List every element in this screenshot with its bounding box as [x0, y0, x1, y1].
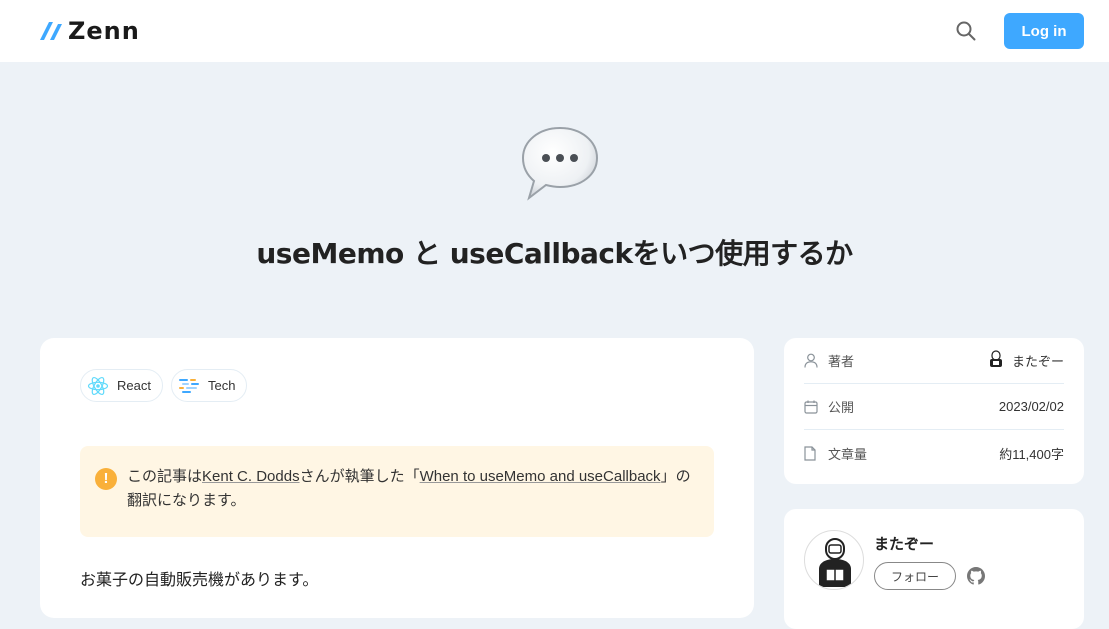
info-value: 約11,400字: [999, 446, 1064, 462]
follow-button[interactable]: フォロー: [874, 562, 956, 590]
search-icon[interactable]: [950, 15, 982, 47]
article-body-card: React Tech ! この記事はKent C. Doddsさんが執筆した「W…: [40, 338, 754, 618]
topic-label: React: [117, 378, 151, 393]
github-icon[interactable]: [967, 567, 985, 585]
info-row-published: 公開 2023/02/02: [804, 384, 1064, 430]
info-row-length: 文章量 約11,400字: [804, 430, 1064, 476]
translation-notice: ! この記事はKent C. Doddsさんが執筆した「When to useM…: [80, 446, 714, 537]
notice-text-prefix: この記事は: [127, 468, 203, 485]
article-paragraph: お菓子の自動販売機があります。: [80, 572, 319, 589]
article-info-card: 著者 またぞー 公開 2023/02/02 文章量 約11,400字: [784, 338, 1084, 484]
site-header: Zenn Log in: [0, 0, 1109, 62]
info-label: 著者: [828, 354, 855, 369]
avatar[interactable]: [804, 530, 864, 590]
author-link[interactable]: Kent C. Dodds: [202, 468, 300, 485]
topic-label: Tech: [207, 378, 236, 393]
react-icon: [87, 375, 109, 397]
user-icon: [804, 353, 818, 369]
login-button[interactable]: Log in: [1004, 13, 1084, 49]
author-name[interactable]: またぞー: [874, 533, 934, 554]
topic-tech[interactable]: Tech: [170, 369, 248, 402]
tech-icon: [178, 375, 200, 397]
document-icon: [804, 445, 818, 461]
info-value[interactable]: またぞー: [1012, 351, 1064, 370]
zenn-logo[interactable]: Zenn: [40, 17, 140, 45]
info-row-author: 著者 またぞー: [804, 338, 1064, 384]
article-title: useMemo と useCallbackをいつ使用するか: [256, 237, 853, 270]
notice-text-middle: さんが執筆した「: [299, 468, 420, 485]
info-value: 2023/02/02: [998, 399, 1064, 414]
speech-bubble-icon: [519, 124, 601, 202]
exclamation-icon: !: [95, 468, 117, 490]
author-card: またぞー フォロー: [784, 509, 1084, 629]
logo-text: Zenn: [68, 17, 140, 45]
topic-react[interactable]: React: [80, 369, 163, 402]
zenn-logo-icon: [40, 22, 62, 40]
calendar-icon: [804, 399, 818, 415]
info-label: 公開: [828, 400, 855, 415]
topic-list: React Tech: [80, 369, 248, 402]
info-label: 文章量: [828, 446, 868, 462]
author-mini-avatar[interactable]: [988, 350, 1004, 371]
source-article-link[interactable]: When to useMemo and useCallback: [420, 468, 661, 485]
